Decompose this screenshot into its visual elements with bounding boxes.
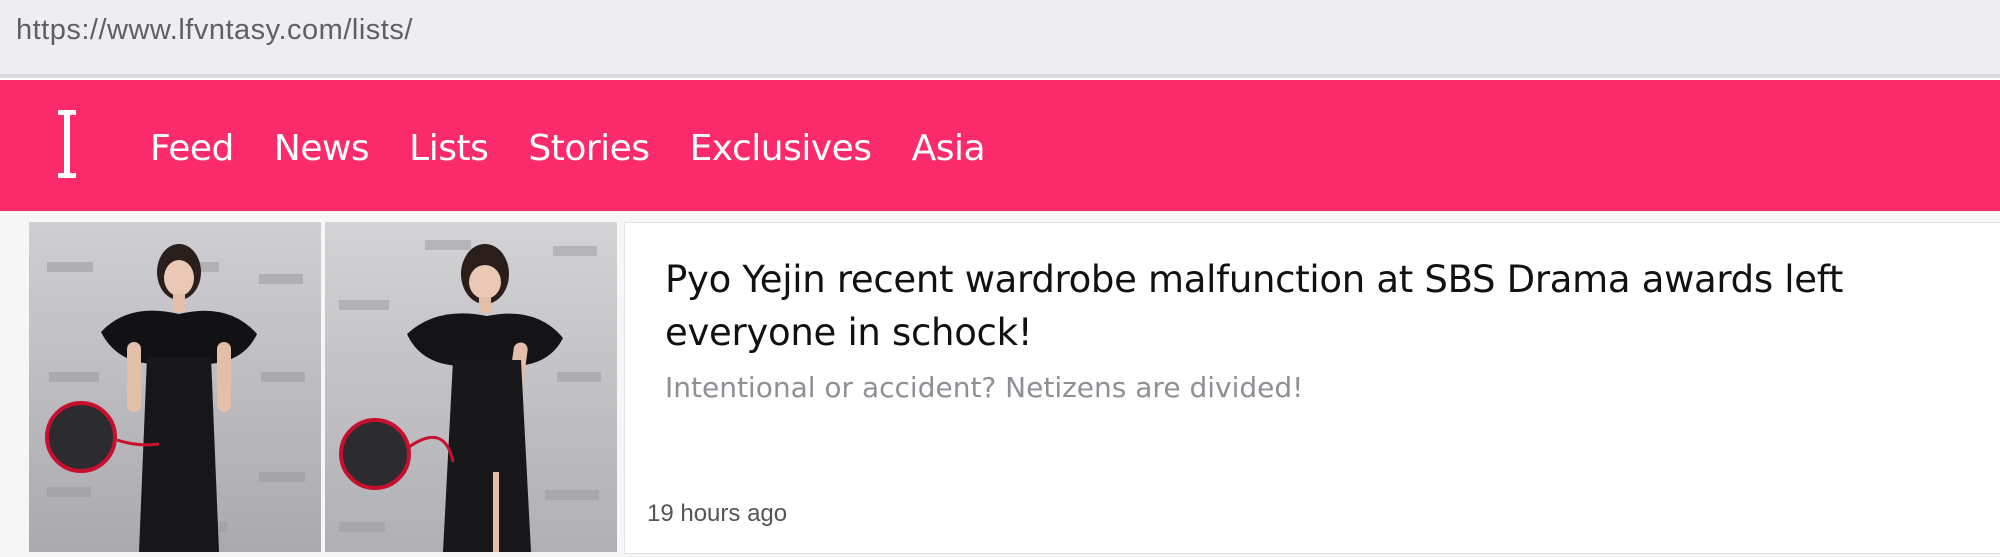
article-headline[interactable]: Pyo Yejin recent wardrobe malfunction at… bbox=[665, 253, 1865, 359]
article-thumbnail-left[interactable] bbox=[29, 222, 321, 552]
article-list: Pyo Yejin recent wardrobe malfunction at… bbox=[0, 211, 2000, 557]
nav-item-stories[interactable]: Stories bbox=[528, 128, 650, 169]
nav-menu: Feed News Lists Stories Exclusives Asia bbox=[150, 128, 1025, 169]
article-card[interactable]: Pyo Yejin recent wardrobe malfunction at… bbox=[624, 222, 2000, 554]
site-logo-icon[interactable] bbox=[58, 110, 76, 178]
article-timestamp: 19 hours ago bbox=[647, 500, 788, 527]
nav-item-lists[interactable]: Lists bbox=[409, 128, 489, 169]
article-thumbnail-right[interactable] bbox=[325, 222, 617, 552]
site-navbar: Feed News Lists Stories Exclusives Asia bbox=[0, 80, 2000, 211]
article-subtitle: Intentional or accident? Netizens are di… bbox=[665, 371, 1304, 404]
address-bar[interactable]: https://www.lfvntasy.com/lists/ bbox=[0, 0, 2000, 78]
nav-item-exclusives[interactable]: Exclusives bbox=[690, 128, 873, 169]
url-text[interactable]: https://www.lfvntasy.com/lists/ bbox=[16, 14, 413, 47]
nav-item-news[interactable]: News bbox=[274, 128, 370, 169]
nav-item-feed[interactable]: Feed bbox=[150, 128, 234, 169]
nav-item-asia[interactable]: Asia bbox=[912, 128, 986, 169]
